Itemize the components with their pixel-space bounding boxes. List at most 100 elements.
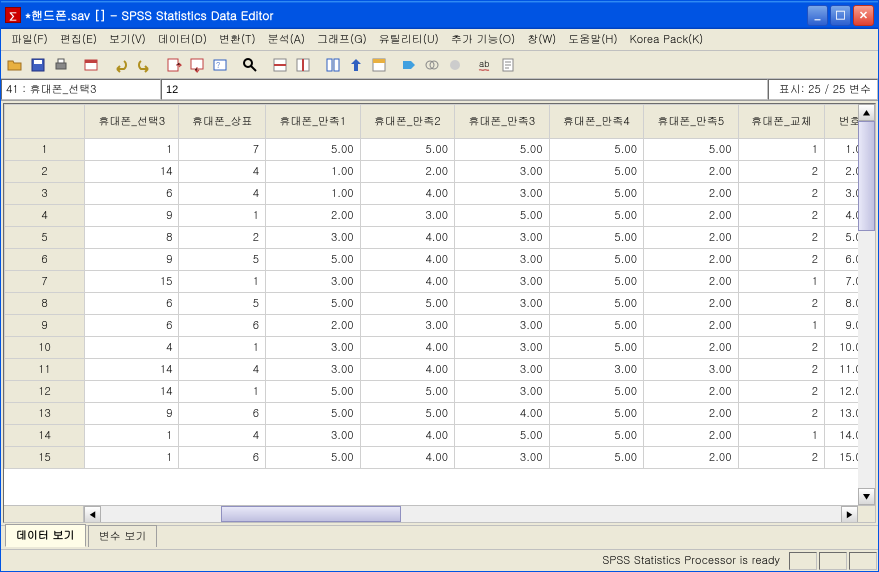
menu-addons[interactable]: 추가 기능(O) bbox=[445, 30, 521, 49]
data-cell[interactable]: 3.00 bbox=[360, 315, 454, 337]
data-cell[interactable]: 2 bbox=[738, 447, 825, 469]
row-header[interactable]: 10 bbox=[5, 337, 85, 359]
goto-case-icon[interactable] bbox=[164, 55, 184, 75]
data-cell[interactable]: 2 bbox=[738, 249, 825, 271]
variables-icon[interactable]: ? bbox=[210, 55, 230, 75]
insert-variable-icon[interactable] bbox=[293, 55, 313, 75]
data-cell[interactable]: 8 bbox=[85, 227, 179, 249]
data-cell[interactable]: 4.00 bbox=[360, 183, 454, 205]
data-cell[interactable]: 3.00 bbox=[266, 425, 360, 447]
menu-edit[interactable]: 편집(E) bbox=[54, 30, 103, 49]
data-cell[interactable]: 5.00 bbox=[266, 403, 360, 425]
data-cell[interactable]: 2 bbox=[738, 403, 825, 425]
weight-cases-icon[interactable] bbox=[346, 55, 366, 75]
data-cell[interactable]: 14 bbox=[85, 161, 179, 183]
run-script-icon[interactable] bbox=[498, 55, 518, 75]
row-header[interactable]: 4 bbox=[5, 205, 85, 227]
insert-case-icon[interactable] bbox=[270, 55, 290, 75]
scroll-up-icon[interactable]: ▲ bbox=[858, 104, 875, 121]
data-cell[interactable]: 5.00 bbox=[549, 293, 643, 315]
menu-utilities[interactable]: 유틸리티(U) bbox=[373, 30, 445, 49]
column-header[interactable]: 휴대폰_만족1 bbox=[266, 105, 360, 139]
data-cell[interactable]: 3.00 bbox=[266, 271, 360, 293]
data-cell[interactable]: 5.00 bbox=[266, 447, 360, 469]
vertical-scrollbar[interactable]: ▲ ▼ bbox=[858, 104, 875, 505]
data-cell[interactable]: 5.00 bbox=[549, 447, 643, 469]
table-row[interactable]: 111443.004.003.003.003.00211.00 bbox=[5, 359, 875, 381]
row-header[interactable]: 7 bbox=[5, 271, 85, 293]
data-cell[interactable]: 5.00 bbox=[549, 205, 643, 227]
data-cell[interactable]: 5 bbox=[179, 249, 266, 271]
tab-variable-view[interactable]: 변수 보기 bbox=[88, 525, 158, 547]
cell-reference[interactable]: 41 : 휴대폰_선택3 bbox=[1, 79, 161, 100]
data-cell[interactable]: 1 bbox=[179, 337, 266, 359]
data-cell[interactable]: 2.00 bbox=[644, 161, 738, 183]
row-header[interactable]: 8 bbox=[5, 293, 85, 315]
column-header[interactable]: 휴대폰_선택3 bbox=[85, 105, 179, 139]
menu-view[interactable]: 보기(V) bbox=[103, 30, 152, 49]
data-cell[interactable]: 9 bbox=[85, 249, 179, 271]
table-row[interactable]: 15165.004.003.005.002.00215.00 bbox=[5, 447, 875, 469]
table-row[interactable]: 21441.002.003.005.002.0022.00 bbox=[5, 161, 875, 183]
data-cell[interactable]: 2 bbox=[179, 227, 266, 249]
data-cell[interactable]: 5.00 bbox=[266, 139, 360, 161]
find-icon[interactable] bbox=[240, 55, 260, 75]
row-header[interactable]: 15 bbox=[5, 447, 85, 469]
data-cell[interactable]: 2.00 bbox=[644, 293, 738, 315]
data-cell[interactable]: 6 bbox=[85, 315, 179, 337]
data-cell[interactable]: 3.00 bbox=[455, 315, 549, 337]
data-cell[interactable]: 5.00 bbox=[549, 315, 643, 337]
scroll-right-icon[interactable]: ▶ bbox=[841, 506, 858, 523]
data-cell[interactable]: 6 bbox=[179, 447, 266, 469]
table-row[interactable]: 121415.005.003.005.002.00212.00 bbox=[5, 381, 875, 403]
data-cell[interactable]: 3.00 bbox=[549, 359, 643, 381]
scroll-thumb-vertical[interactable] bbox=[858, 121, 875, 231]
redo-icon[interactable] bbox=[134, 55, 154, 75]
tab-data-view[interactable]: 데이터 보기 bbox=[5, 524, 86, 547]
data-cell[interactable]: 3.00 bbox=[455, 249, 549, 271]
data-cell[interactable]: 1 bbox=[85, 447, 179, 469]
data-cell[interactable]: 3.00 bbox=[455, 183, 549, 205]
scroll-track-horizontal[interactable] bbox=[101, 506, 841, 522]
data-cell[interactable]: 5.00 bbox=[266, 249, 360, 271]
data-grid[interactable]: 휴대폰_선택3 휴대폰_상표 휴대폰_만족1 휴대폰_만족2 휴대폰_만족3 휴… bbox=[4, 104, 875, 469]
data-cell[interactable]: 2.00 bbox=[644, 249, 738, 271]
data-cell[interactable]: 5.00 bbox=[549, 139, 643, 161]
menu-window[interactable]: 창(W) bbox=[521, 30, 562, 49]
data-cell[interactable]: 2 bbox=[738, 161, 825, 183]
data-cell[interactable]: 5.00 bbox=[549, 227, 643, 249]
data-cell[interactable]: 4 bbox=[85, 337, 179, 359]
column-header[interactable]: 휴대폰_만족5 bbox=[644, 105, 738, 139]
data-cell[interactable]: 1 bbox=[738, 425, 825, 447]
row-header[interactable]: 11 bbox=[5, 359, 85, 381]
data-cell[interactable]: 2.00 bbox=[644, 315, 738, 337]
data-cell[interactable]: 3.00 bbox=[266, 337, 360, 359]
close-button[interactable]: ✕ bbox=[853, 5, 874, 26]
row-header[interactable]: 9 bbox=[5, 315, 85, 337]
scroll-down-icon[interactable]: ▼ bbox=[858, 488, 875, 505]
row-header[interactable]: 2 bbox=[5, 161, 85, 183]
data-cell[interactable]: 1 bbox=[738, 139, 825, 161]
data-cell[interactable]: 2.00 bbox=[360, 161, 454, 183]
data-cell[interactable]: 3.00 bbox=[455, 161, 549, 183]
table-row[interactable]: 1175.005.005.005.005.0011.00 bbox=[5, 139, 875, 161]
data-cell[interactable]: 5.00 bbox=[455, 205, 549, 227]
column-header[interactable]: 휴대폰_만족4 bbox=[549, 105, 643, 139]
row-header[interactable]: 5 bbox=[5, 227, 85, 249]
table-row[interactable]: 8655.005.003.005.002.0028.00 bbox=[5, 293, 875, 315]
data-cell[interactable]: 4.00 bbox=[360, 447, 454, 469]
data-cell[interactable]: 5.00 bbox=[549, 425, 643, 447]
data-cell[interactable]: 2.00 bbox=[644, 205, 738, 227]
data-cell[interactable]: 1.00 bbox=[266, 161, 360, 183]
data-cell[interactable]: 2 bbox=[738, 183, 825, 205]
data-cell[interactable]: 5.00 bbox=[549, 403, 643, 425]
data-cell[interactable]: 5.00 bbox=[455, 139, 549, 161]
data-cell[interactable]: 3.00 bbox=[455, 337, 549, 359]
data-cell[interactable]: 3.00 bbox=[644, 359, 738, 381]
row-header[interactable]: 6 bbox=[5, 249, 85, 271]
split-file-icon[interactable] bbox=[323, 55, 343, 75]
table-row[interactable]: 5823.004.003.005.002.0025.00 bbox=[5, 227, 875, 249]
row-header[interactable]: 1 bbox=[5, 139, 85, 161]
save-icon[interactable] bbox=[28, 55, 48, 75]
data-cell[interactable]: 6 bbox=[179, 403, 266, 425]
